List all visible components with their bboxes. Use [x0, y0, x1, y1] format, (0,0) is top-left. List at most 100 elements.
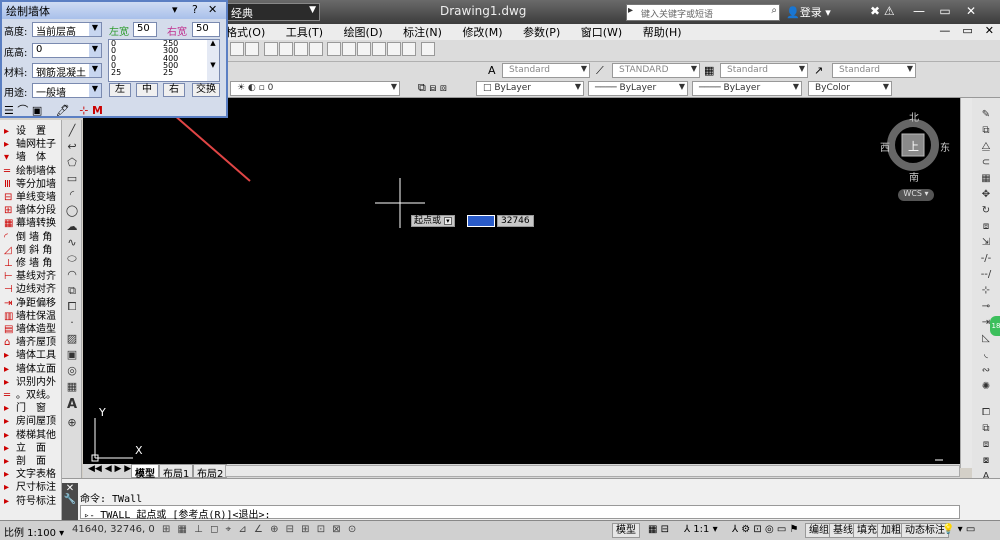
palette-item[interactable]: ▸ 文字表格: [4, 465, 60, 480]
tab-layout2[interactable]: 布局2: [193, 464, 228, 480]
fillet-icon[interactable]: ◟: [979, 348, 993, 362]
palette-item[interactable]: ▸ 房间屋顶: [4, 412, 60, 427]
gradient-icon[interactable]: ▣: [65, 348, 79, 362]
stretch-icon[interactable]: ⇲: [979, 236, 993, 250]
markup-icon[interactable]: [387, 42, 401, 56]
scale-selector[interactable]: 比例 1:100 ▾: [4, 524, 64, 539]
align-right-button[interactable]: 右: [163, 83, 185, 97]
circle-icon[interactable]: ◯: [65, 204, 79, 218]
mleader-style-icon[interactable]: ↗: [814, 64, 823, 77]
minimize-button[interactable]: —: [906, 2, 932, 20]
undo-icon[interactable]: [230, 42, 244, 56]
color-select[interactable]: □ ByLayer ▼: [476, 81, 584, 96]
doc-restore-button[interactable]: ▭: [962, 24, 972, 37]
menu-window[interactable]: 窗口(W): [581, 24, 622, 40]
palette-item[interactable]: ▸ 剖 面: [4, 452, 60, 467]
viewcube-east[interactable]: 东: [940, 139, 950, 154]
table-style-icon[interactable]: ▦: [704, 64, 714, 77]
draworder-under-icon[interactable]: ⧇: [979, 454, 993, 468]
quickcalc-icon[interactable]: [402, 42, 416, 56]
workspace-icons[interactable]: ⅄ ⚙ ⊡ ◎ ▭ ⚑: [732, 524, 798, 535]
palette-item[interactable]: ⊢ 基线对齐: [4, 267, 60, 282]
viewcube-west[interactable]: 西: [880, 139, 890, 154]
palette-item[interactable]: ▸ 门 窗: [4, 399, 60, 414]
palette-item[interactable]: ⊞ 墙体分段: [4, 201, 60, 216]
viewcube-south[interactable]: 南: [909, 169, 919, 184]
plotstyle-select[interactable]: ByColor ▼: [808, 81, 892, 96]
straight-wall-icon[interactable]: ☰: [4, 104, 14, 117]
snap-icon[interactable]: ⊹: [79, 104, 88, 117]
palette-item[interactable]: ▸ 墙体工具: [4, 346, 60, 361]
align-left-button[interactable]: 左: [109, 83, 131, 97]
left-width-input[interactable]: 50: [133, 22, 157, 37]
palette-item[interactable]: ▸ 识别内外: [4, 373, 60, 388]
dialog-title-bar[interactable]: 绘制墙体 ▾ ? ✕: [2, 2, 226, 19]
exchange-icon[interactable]: ✖ ⚠: [870, 4, 895, 18]
palette-item[interactable]: ⊣ 边线对齐: [4, 280, 60, 295]
menu-dimension[interactable]: 标注(N): [403, 24, 442, 40]
workspace-dropdown[interactable]: 经典 ▼: [226, 3, 320, 21]
side-badge-icon[interactable]: 18: [990, 316, 1000, 336]
palette-item[interactable]: ═ 绘制墙体: [4, 162, 60, 177]
palette-item[interactable]: ▾ 墙 体: [4, 148, 60, 163]
zoom-previous-icon[interactable]: [308, 42, 323, 56]
search-icon[interactable]: ⌕: [771, 5, 777, 16]
wcs-menu[interactable]: WCS ▾: [898, 189, 934, 201]
modular-icon[interactable]: M: [92, 104, 103, 117]
polygon-icon[interactable]: ⬠: [65, 156, 79, 170]
tab-model[interactable]: 模型: [131, 464, 159, 480]
point-icon[interactable]: ·: [65, 316, 79, 330]
palette-item[interactable]: ◜ 倒 墙 角: [4, 228, 60, 243]
dynamic-input-field[interactable]: [467, 215, 495, 227]
design-center-icon[interactable]: [342, 42, 356, 56]
blend-icon[interactable]: ∾: [979, 364, 993, 378]
draworder-back-icon[interactable]: ⧉: [979, 422, 993, 436]
zoom-realtime-icon[interactable]: [278, 42, 293, 56]
palette-item[interactable]: ▸ 设 置: [4, 122, 60, 137]
horizontal-scrollbar[interactable]: [225, 465, 960, 477]
palette-item[interactable]: ▸ 尺寸标注: [4, 478, 60, 493]
palette-item[interactable]: ◿ 倒 斜 角: [4, 241, 60, 256]
draworder-front-icon[interactable]: ⧠: [979, 406, 993, 420]
options-toggle-icon[interactable]: ▾: [443, 217, 452, 225]
break-icon[interactable]: ⊸: [979, 300, 993, 314]
command-window-handle[interactable]: ✕ 🔧: [62, 483, 78, 520]
make-block-icon[interactable]: ⧠: [65, 300, 79, 314]
dialog-help-button[interactable]: ?: [192, 3, 198, 16]
dim-style-select[interactable]: STANDARD ▼: [612, 63, 700, 78]
table-style-select[interactable]: Standard ▼: [720, 63, 808, 78]
palette-item[interactable]: ⊥ 修 墙 角: [4, 254, 60, 269]
lineweight-select[interactable]: ──── ByLayer ▼: [692, 81, 802, 96]
copy-icon[interactable]: ⧉: [979, 124, 993, 138]
layer-tools-icon[interactable]: ⧉ ⧈ ⧇: [418, 81, 447, 95]
menu-help[interactable]: 帮助(H): [643, 24, 682, 40]
palette-item[interactable]: ▦ 幕墙转换: [4, 214, 60, 229]
help-icon[interactable]: [420, 42, 435, 56]
palette-item[interactable]: ▸ 墙体立面: [4, 360, 60, 375]
rect-wall-icon[interactable]: ▣: [32, 104, 42, 117]
table-icon[interactable]: ▦: [65, 380, 79, 394]
tool-palettes-icon[interactable]: [357, 42, 371, 56]
doc-minimize-button[interactable]: —: [939, 24, 950, 37]
doc-close-button[interactable]: ✕: [985, 24, 994, 37]
arc-icon[interactable]: ◜: [65, 188, 79, 202]
draworder-above-icon[interactable]: ⧈: [979, 438, 993, 452]
menu-modify[interactable]: 修改(M): [462, 24, 502, 40]
menu-tools[interactable]: 工具(T): [286, 24, 323, 40]
dim-style-icon[interactable]: ⟋: [596, 64, 604, 78]
explode-icon[interactable]: ✺: [979, 380, 993, 394]
extend-icon[interactable]: --/: [979, 268, 993, 282]
mirror-icon[interactable]: ⧋: [979, 140, 993, 154]
palette-item[interactable]: ▤ 墙体造型: [4, 320, 60, 335]
right-width-input[interactable]: 50: [192, 22, 220, 37]
offset-icon[interactable]: ⊂: [979, 156, 993, 170]
erase-icon[interactable]: ✎: [979, 108, 993, 122]
polyline-icon[interactable]: ↩: [65, 140, 79, 154]
palette-item[interactable]: ⌂ 墙齐屋顶: [4, 333, 60, 348]
menu-format[interactable]: 格式(O): [226, 24, 265, 40]
align-center-button[interactable]: 中: [136, 83, 158, 97]
trim-icon[interactable]: -/-: [979, 252, 993, 266]
hatch-icon[interactable]: ▨: [65, 332, 79, 346]
layer-select[interactable]: ☀ ◐ ▫ 0 ▼: [230, 81, 400, 96]
linetype-select[interactable]: ──── ByLayer ▼: [588, 81, 688, 96]
